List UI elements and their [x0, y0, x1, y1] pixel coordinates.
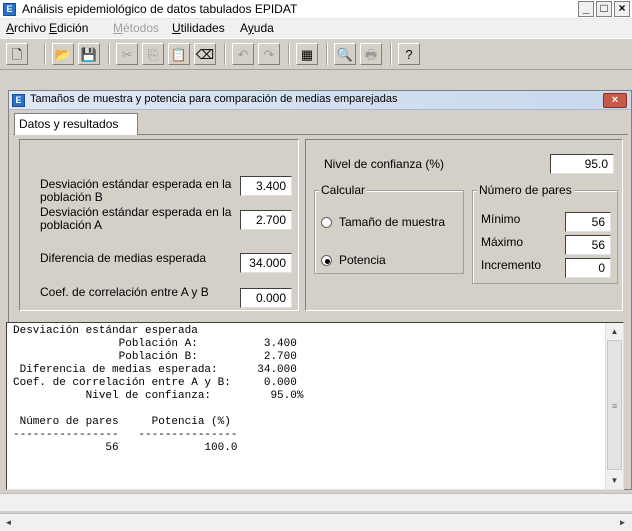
- app-title: Análisis epidemiológico de datos tabulad…: [22, 2, 298, 16]
- cut-icon: ✂: [121, 46, 133, 62]
- calcular-group: Calcular Tamaño de muestra Potencia: [314, 183, 464, 274]
- help-icon: ?: [405, 46, 413, 62]
- power-radio[interactable]: [321, 255, 332, 266]
- input-panel: Desviación estándar esperada en la pobla…: [19, 139, 299, 311]
- menu-item-Archivo[interactable]: Archivo: [6, 21, 46, 35]
- sd-a-field[interactable]: 2.700: [240, 210, 292, 230]
- results-textarea[interactable]: Desviación estándar esperada Población A…: [6, 322, 624, 490]
- undo-icon: ↶: [237, 46, 249, 62]
- new-file-button[interactable]: 🗋: [6, 43, 28, 65]
- menu-item-Ayuda[interactable]: Ayuda: [240, 21, 274, 35]
- power-label[interactable]: Potencia: [339, 254, 386, 267]
- sd-b-field[interactable]: 3.400: [240, 176, 292, 196]
- menu-item-Utilidades[interactable]: Utilidades: [172, 21, 225, 35]
- eraser-icon: ⌫: [195, 46, 215, 62]
- open-folder-icon: 📂: [54, 46, 72, 62]
- min-field[interactable]: 56: [565, 212, 611, 232]
- menu-item-Edición[interactable]: Edición: [49, 21, 88, 35]
- scroll-right-icon[interactable]: ►: [614, 514, 631, 531]
- results-text: Desviación estándar esperada Población A…: [13, 325, 304, 454]
- scroll-down-icon[interactable]: ▼: [606, 472, 623, 489]
- copy-icon: ⎘: [147, 46, 159, 62]
- help-button[interactable]: ?: [398, 43, 420, 65]
- child-app-icon: E: [12, 94, 25, 107]
- sample-size-radio[interactable]: [321, 217, 332, 228]
- pairs-legend: Número de pares: [477, 183, 574, 197]
- new-file-icon: 🗋: [11, 46, 23, 62]
- undo-button[interactable]: ↶: [232, 43, 254, 65]
- inc-field[interactable]: 0: [565, 258, 611, 278]
- child-title: Tamaños de muestra y potencia para compa…: [30, 93, 398, 105]
- corr-field[interactable]: 0.000: [240, 288, 292, 308]
- sd-b-label: Desviación estándar esperada en la pobla…: [40, 177, 232, 204]
- diff-label: Diferencia de medias esperada: [40, 251, 207, 265]
- toolbar: 🗋 📂 💾 ✂ ⎘ 📋 ⌫ ↶ ↷ ▦ 🔍 🖶?: [0, 38, 632, 70]
- redo-icon: ↷: [263, 46, 275, 62]
- toolbar-separator: [326, 43, 328, 65]
- minimize-button[interactable]: _: [578, 1, 594, 17]
- confidence-label: Nivel de confianza (%): [324, 157, 445, 171]
- sample-size-label[interactable]: Tamaño de muestra: [339, 216, 445, 229]
- save-button[interactable]: 💾: [78, 43, 100, 65]
- scroll-thumb[interactable]: ≡: [607, 340, 622, 470]
- max-label: Máximo: [481, 235, 524, 249]
- vertical-scrollbar[interactable]: ▲ ≡ ▼: [605, 323, 623, 489]
- print-preview-icon: 🔍: [336, 46, 354, 62]
- diff-field[interactable]: 34.000: [240, 253, 292, 273]
- save-icon: 💾: [80, 46, 98, 62]
- paste-button[interactable]: 📋: [168, 43, 190, 65]
- cut-button[interactable]: ✂: [116, 43, 138, 65]
- corr-label: Coef. de correlación entre A y B: [40, 285, 209, 299]
- child-titlebar: E Tamaños de muestra y potencia para com…: [9, 91, 631, 110]
- max-field[interactable]: 56: [565, 235, 611, 255]
- calculator-button[interactable]: ▦: [296, 43, 318, 65]
- toolbar-separator: [390, 43, 392, 65]
- redo-button[interactable]: ↷: [258, 43, 280, 65]
- scroll-up-icon[interactable]: ▲: [606, 323, 623, 340]
- app-titlebar: E Análisis epidemiológico de datos tabul…: [0, 0, 632, 19]
- status-bar: [0, 493, 632, 511]
- power-radio-dot: [325, 259, 330, 264]
- horizontal-scrollbar[interactable]: ◄ ►: [0, 513, 632, 531]
- pairs-group: Número de pares Mínimo 56 Máximo 56 Incr…: [472, 183, 618, 284]
- tab-datos-y-resultados[interactable]: Datos y resultados: [14, 113, 138, 135]
- calculator-icon: ▦: [300, 46, 314, 62]
- copy-button[interactable]: ⎘: [142, 43, 164, 65]
- open-folder-button[interactable]: 📂: [52, 43, 74, 65]
- menubar: Archivo Edición Métodos Utilidades Ayuda: [0, 19, 632, 38]
- toolbar-separator: [224, 43, 226, 65]
- print-button[interactable]: 🖶: [360, 43, 382, 65]
- sd-a-label: Desviación estándar esperada en la pobla…: [40, 205, 232, 232]
- confidence-field[interactable]: 95.0: [550, 154, 614, 174]
- close-button[interactable]: ×: [614, 1, 630, 17]
- child-close-button[interactable]: ×: [603, 93, 627, 108]
- menu-item-Métodos: Métodos: [113, 21, 160, 35]
- options-panel: Nivel de confianza (%) 95.0 Calcular Tam…: [305, 139, 623, 311]
- print-preview-button[interactable]: 🔍: [334, 43, 356, 65]
- inc-label: Incremento: [481, 258, 542, 272]
- toolbar-separator: [288, 43, 290, 65]
- paste-icon: 📋: [170, 46, 188, 62]
- maximize-button[interactable]: □: [596, 1, 612, 17]
- toolbar-separator: [108, 43, 110, 65]
- calcular-legend: Calcular: [319, 183, 368, 197]
- scroll-left-icon[interactable]: ◄: [0, 514, 17, 531]
- toolbar-separator: [44, 43, 46, 65]
- min-label: Mínimo: [481, 212, 521, 226]
- app-icon: E: [3, 3, 16, 16]
- print-icon: 🖶: [364, 46, 378, 62]
- grip-icon: ≡: [612, 401, 618, 411]
- eraser-button[interactable]: ⌫: [194, 43, 216, 65]
